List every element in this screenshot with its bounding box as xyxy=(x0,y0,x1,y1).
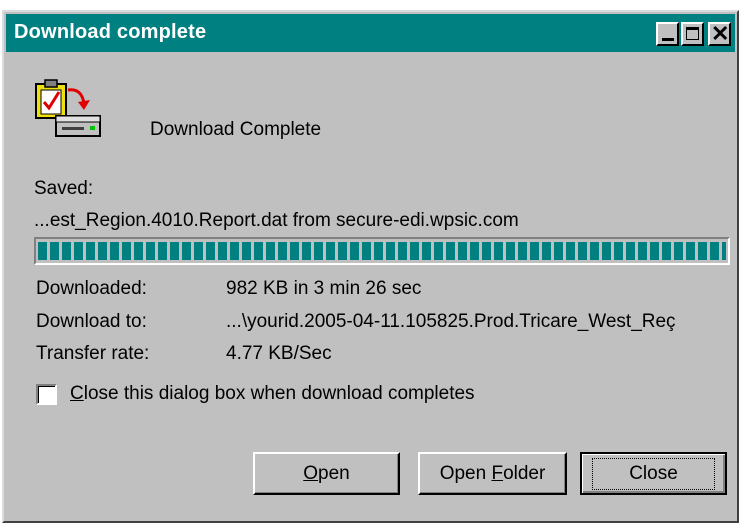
progress-fill xyxy=(38,242,726,260)
close-when-complete-label[interactable]: Close this dialog box when download comp… xyxy=(70,383,475,405)
close-window-button[interactable]: ✕ xyxy=(708,21,731,46)
download-complete-dialog: Download complete ✕ xyxy=(2,10,739,523)
download-progress-bar xyxy=(34,237,730,265)
download-complete-icon xyxy=(35,79,101,137)
open-button[interactable]: Open xyxy=(253,452,400,495)
maximize-icon xyxy=(686,27,699,40)
download-to-value: ...\yourid.2005-04-11.105825.Prod.Tricar… xyxy=(226,311,676,332)
open-folder-button[interactable]: Open Folder xyxy=(418,452,567,495)
maximize-button[interactable] xyxy=(681,22,704,46)
download-to-label: Download to: xyxy=(36,311,147,332)
saved-file-value: ...est_Region.4010.Report.dat from secur… xyxy=(34,210,519,231)
saved-label: Saved: xyxy=(34,178,94,199)
downloaded-label: Downloaded: xyxy=(36,278,147,299)
transfer-rate-label: Transfer rate: xyxy=(36,343,150,364)
downloaded-value: 982 KB in 3 min 26 sec xyxy=(226,278,422,299)
minimize-icon xyxy=(662,38,674,41)
minimize-button[interactable] xyxy=(656,22,679,46)
title-bar[interactable]: Download complete ✕ xyxy=(6,14,735,52)
close-button[interactable]: Close xyxy=(580,452,727,495)
window-title: Download complete xyxy=(14,21,207,43)
download-status-heading: Download Complete xyxy=(150,119,322,140)
close-when-complete-checkbox[interactable] xyxy=(36,384,57,405)
transfer-rate-value: 4.77 KB/Sec xyxy=(226,343,332,364)
close-icon: ✕ xyxy=(711,21,730,46)
